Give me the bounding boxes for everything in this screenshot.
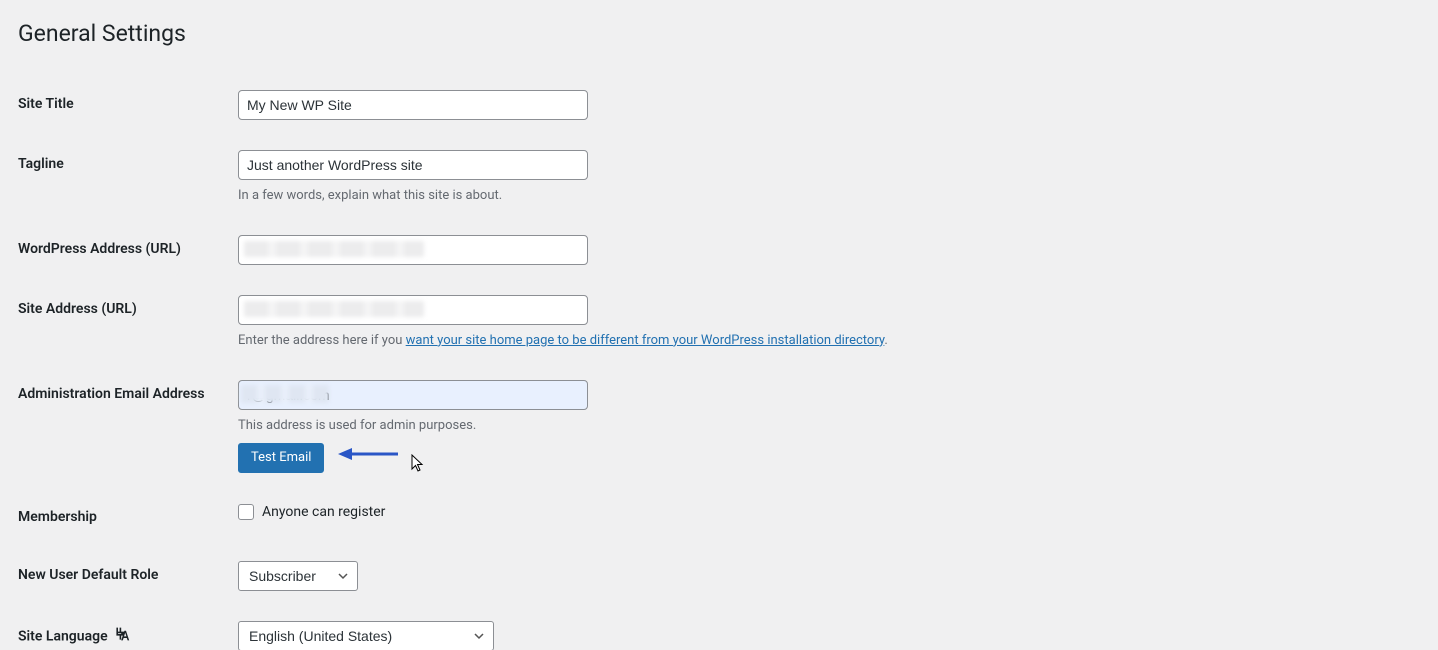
anyone-can-register-label: Anyone can register xyxy=(262,503,385,521)
row-admin-email: Administration Email Address This addres… xyxy=(18,365,1418,488)
cursor-icon xyxy=(411,454,425,480)
label-site-language: Site Language xyxy=(18,606,238,650)
admin-email-input[interactable] xyxy=(238,380,588,410)
row-tagline: Tagline In a few words, explain what thi… xyxy=(18,135,1418,220)
wp-address-input[interactable] xyxy=(238,235,588,265)
arrow-annotation-icon xyxy=(338,446,400,468)
site-language-select[interactable]: English (United States) xyxy=(238,621,494,650)
page-title: General Settings xyxy=(18,10,1418,53)
general-settings-page: General Settings Site Title Tagline In a… xyxy=(0,0,1438,650)
label-admin-email: Administration Email Address xyxy=(18,365,238,488)
default-role-select[interactable]: Subscriber xyxy=(238,561,358,591)
site-title-input[interactable] xyxy=(238,90,588,120)
row-site-address: Site Address (URL) Enter the address her… xyxy=(18,280,1418,365)
tagline-description: In a few words, explain what this site i… xyxy=(238,188,1408,205)
label-site-address: Site Address (URL) xyxy=(18,280,238,365)
row-site-title: Site Title xyxy=(18,75,1418,135)
test-email-button[interactable]: Test Email xyxy=(238,443,324,473)
label-wp-address: WordPress Address (URL) xyxy=(18,220,238,280)
row-wp-address: WordPress Address (URL) xyxy=(18,220,1418,280)
site-address-input[interactable] xyxy=(238,295,588,325)
tagline-input[interactable] xyxy=(238,150,588,180)
label-membership: Membership xyxy=(18,488,238,546)
site-address-description-suffix: . xyxy=(884,333,887,348)
anyone-can-register-checkbox[interactable] xyxy=(238,504,254,520)
label-default-role: New User Default Role xyxy=(18,546,238,606)
row-membership: Membership Anyone can register xyxy=(18,488,1418,546)
label-site-language-text: Site Language xyxy=(18,628,108,644)
settings-form-table: Site Title Tagline In a few words, expla… xyxy=(18,75,1418,650)
site-address-description: Enter the address here if you want your … xyxy=(238,333,1408,350)
label-tagline: Tagline xyxy=(18,135,238,220)
translate-icon xyxy=(114,626,130,647)
label-site-title: Site Title xyxy=(18,75,238,135)
site-address-description-prefix: Enter the address here if you xyxy=(238,333,406,348)
row-default-role: New User Default Role Subscriber xyxy=(18,546,1418,606)
row-site-language: Site Language English (United States) xyxy=(18,606,1418,650)
site-address-description-link[interactable]: want your site home page to be different… xyxy=(406,333,885,348)
admin-email-description: This address is used for admin purposes. xyxy=(238,418,1408,435)
